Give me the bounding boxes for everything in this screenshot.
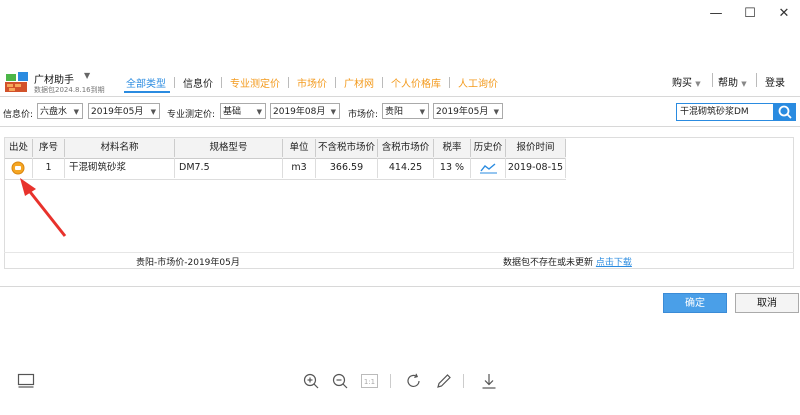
zoom-out-icon[interactable]: [331, 372, 349, 390]
layout-icon[interactable]: [17, 372, 35, 390]
toolbar-divider: [463, 374, 464, 388]
status-divider: [4, 252, 794, 253]
download-link[interactable]: 点击下载: [596, 258, 632, 268]
download-icon[interactable]: [480, 372, 498, 390]
rotate-icon[interactable]: [405, 372, 423, 390]
annotation-arrow-icon: [20, 178, 67, 237]
footer-divider: [0, 286, 800, 287]
status-notice-text: 数据包不存在或未更新: [503, 258, 594, 268]
edit-pen-icon[interactable]: [435, 372, 453, 390]
actual-size-button[interactable]: 1:1: [361, 374, 378, 388]
zoom-in-icon[interactable]: [302, 372, 320, 390]
status-notice: 数据包不存在或未更新 点击下载: [503, 255, 632, 268]
status-source: 贵阳-市场价-2019年05月: [136, 258, 240, 268]
cancel-button[interactable]: 取消: [735, 293, 799, 313]
confirm-button[interactable]: 确定: [663, 293, 727, 313]
toolbar-divider: [390, 374, 391, 388]
